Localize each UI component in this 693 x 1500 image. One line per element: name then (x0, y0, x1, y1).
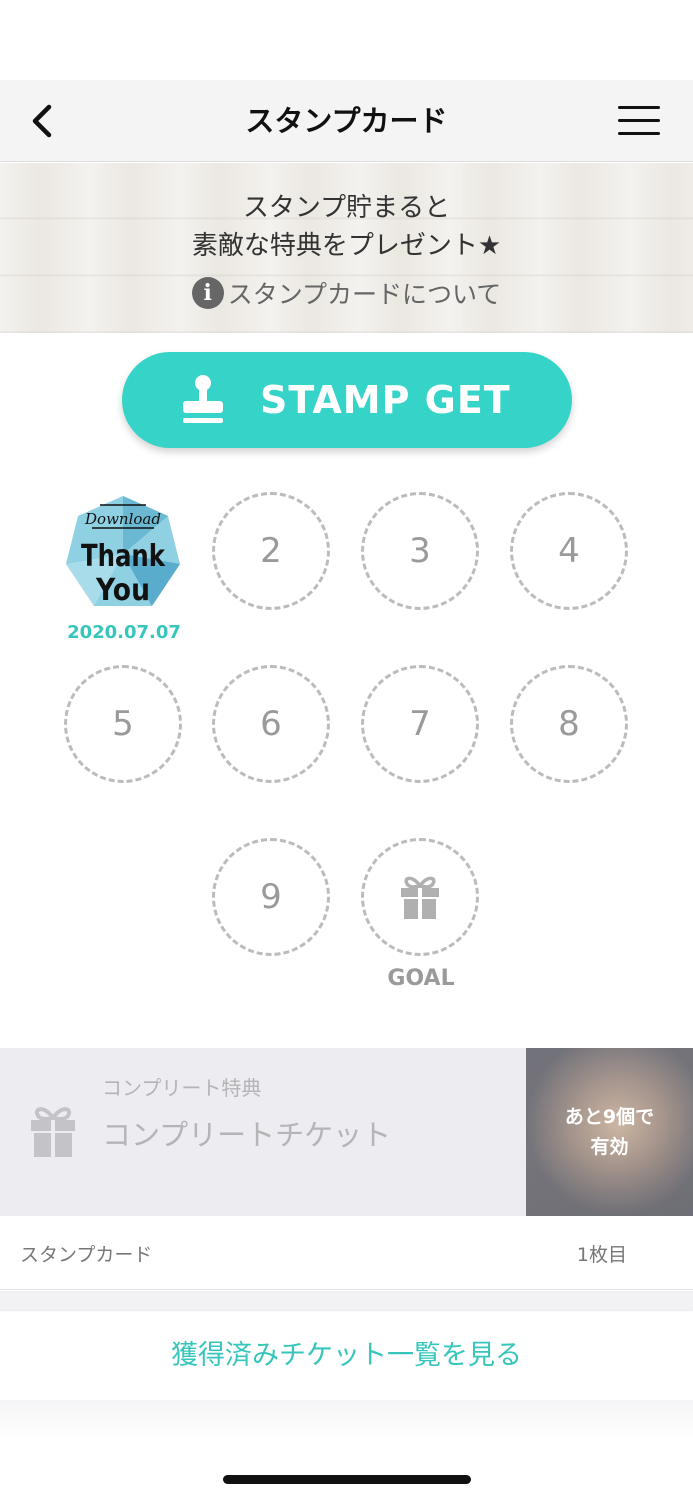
stamp-get-button[interactable]: STAMP GET (122, 352, 572, 448)
stamp-you-text: You (95, 573, 150, 608)
section-divider (0, 1291, 693, 1311)
slot-number: 8 (558, 704, 580, 744)
hamburger-menu-icon[interactable] (612, 100, 664, 142)
stamp-slot: 5 (64, 665, 182, 783)
back-chevron-icon (32, 104, 52, 138)
reward-subtitle: コンプリート特典 (102, 1076, 262, 1100)
menu-line (618, 132, 660, 135)
bottom-area (0, 1400, 693, 1500)
stamp-slot: 7 (361, 665, 479, 783)
reward-thumbnail: あと9個で 有効 (526, 1048, 693, 1216)
reward-remaining-line2: 有効 (590, 1136, 629, 1158)
goal-label: GOAL (387, 966, 455, 991)
gift-icon (401, 876, 439, 919)
page-title: スタンプカード (245, 104, 448, 138)
back-button[interactable] (22, 100, 62, 142)
slot-number: 4 (558, 531, 580, 571)
stamp-card-info-row: スタンプカード 1枚目 (0, 1216, 693, 1290)
slot-number: 3 (409, 531, 431, 571)
app-header: スタンプカード (0, 80, 693, 162)
complete-reward-panel[interactable]: コンプリート特典 コンプリートチケット あと9個で 有効 (0, 1048, 693, 1216)
status-bar-area (0, 0, 693, 80)
banner-text-line2: 素敵な特典をプレゼント★ (191, 231, 502, 261)
slot-number: 7 (409, 704, 431, 744)
reward-remaining-text: あと9個で 有効 (526, 1102, 693, 1162)
slot-number: 6 (260, 704, 282, 744)
banner-text-line1: スタンプ貯まると (242, 193, 451, 223)
menu-line (618, 106, 660, 109)
goal-slot (361, 838, 479, 956)
stamp-date: 2020.07.07 (67, 622, 181, 643)
gift-icon (31, 1107, 75, 1157)
card-label: スタンプカード (20, 1244, 153, 1266)
about-stamp-card-label: スタンプカードについて (227, 280, 502, 309)
slot-number: 9 (260, 877, 282, 917)
thank-you-stamp-image: Download Thank You (66, 496, 180, 608)
slot-number: 5 (112, 704, 134, 744)
stamp-1-stamped: Download Thank You (64, 494, 182, 612)
stamp-thank-text: Thank (81, 539, 166, 574)
stamp-icon (183, 375, 223, 423)
slot-number: 2 (260, 531, 282, 571)
reward-title: コンプリートチケット (102, 1118, 392, 1152)
stamp-slot: 3 (361, 492, 479, 610)
stamp-get-label: STAMP GET (260, 378, 511, 422)
info-banner: スタンプ貯まると 素敵な特典をプレゼント★ i スタンプカードについて (0, 163, 693, 333)
reward-remaining-line1: あと9個で (564, 1106, 655, 1128)
menu-line (618, 119, 660, 122)
stamp-slot: 4 (510, 492, 628, 610)
stamp-slot: 9 (212, 838, 330, 956)
stamp-slot: 2 (212, 492, 330, 610)
info-icon: i (191, 277, 224, 309)
stamp-slot: 6 (212, 665, 330, 783)
home-indicator[interactable] (223, 1475, 471, 1484)
stamp-download-text: Download (84, 510, 161, 528)
stamp-slot: 8 (510, 665, 628, 783)
about-stamp-card-link[interactable]: i スタンプカードについて (0, 275, 693, 311)
view-tickets-link[interactable]: 獲得済みチケット一覧を見る (0, 1312, 693, 1400)
card-count: 1枚目 (576, 1244, 627, 1266)
